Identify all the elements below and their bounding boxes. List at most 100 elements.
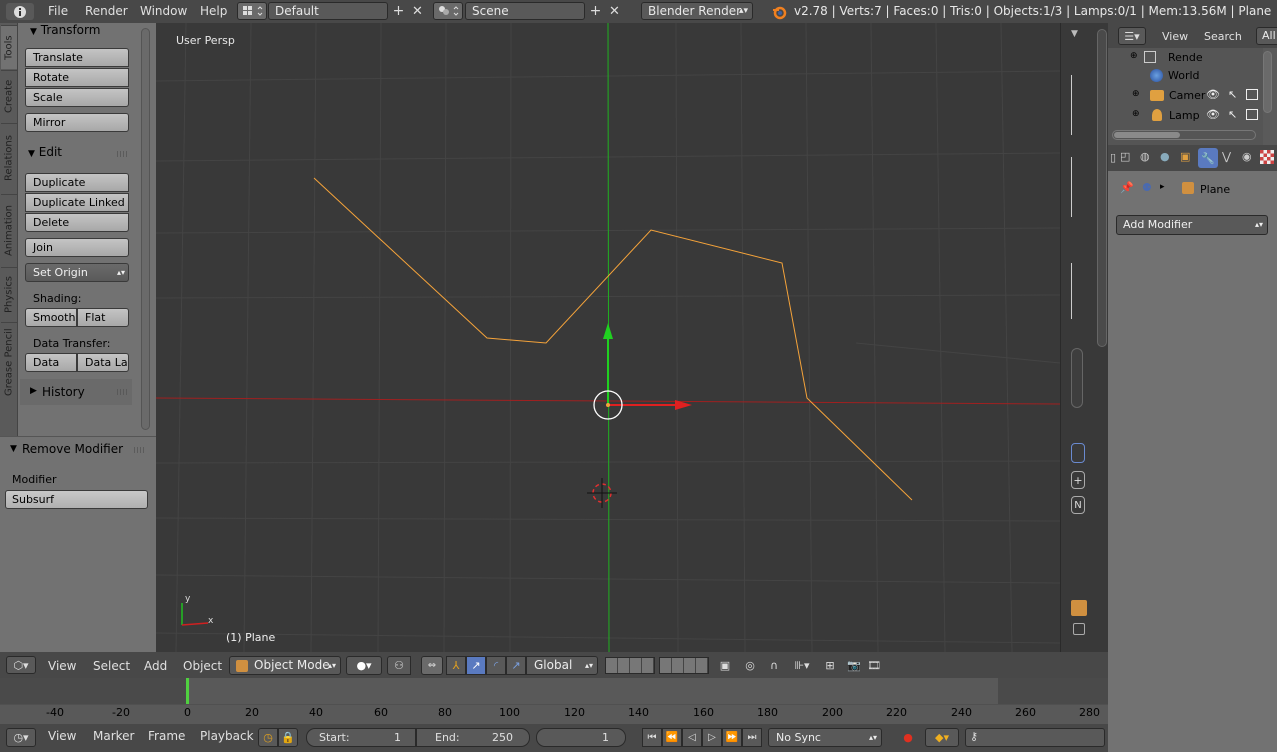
material-tab-icon[interactable]: ◉ xyxy=(1242,150,1252,163)
transform-panel-header[interactable]: ▼ Transform xyxy=(30,23,100,37)
preview-range-icon[interactable]: ◷ xyxy=(258,728,278,747)
current-frame-field[interactable]: 1 xyxy=(536,728,626,747)
snap-icon[interactable]: ∩ xyxy=(764,656,784,675)
scene-tab-icon[interactable]: ◍ xyxy=(1140,150,1150,163)
hierarchy-nodes-icon[interactable] xyxy=(1071,157,1083,217)
expand-icon[interactable]: ⊕ xyxy=(1132,89,1140,99)
pin-icon[interactable]: 📌 xyxy=(1120,181,1134,194)
jump-keyframe-forward-icon[interactable]: ⏩ xyxy=(722,728,742,747)
scene-field[interactable]: Scene xyxy=(465,2,585,20)
remove-layout-icon[interactable]: ✕ xyxy=(409,2,426,20)
editor-type-icon[interactable]: ⬡▾ xyxy=(6,656,36,674)
transform-manipulator-icon[interactable]: ⅄ xyxy=(446,656,466,675)
lock-range-icon[interactable]: 🔒 xyxy=(278,728,298,747)
expand-icon[interactable]: ⊕ xyxy=(1132,109,1140,119)
renderable-camera-icon[interactable] xyxy=(1246,89,1258,100)
panel-grip-icon[interactable] xyxy=(134,447,146,453)
start-frame-field[interactable]: Start: 1 xyxy=(306,728,416,747)
menu-render[interactable]: Render xyxy=(85,4,128,18)
snap-element-icon[interactable]: ⊪▾ xyxy=(786,656,818,675)
outliner-h-scrollbar[interactable] xyxy=(1112,130,1256,140)
world-tab-icon[interactable]: ● xyxy=(1160,150,1170,163)
outliner-filter-dropdown[interactable]: All xyxy=(1256,27,1277,45)
mode-dropdown[interactable]: Object Mode ▴▾ xyxy=(229,656,341,675)
scroll-thumb[interactable] xyxy=(1114,132,1180,138)
add-scene-icon[interactable]: + xyxy=(587,2,604,20)
duplicate-linked-button[interactable]: Duplicate Linked xyxy=(25,193,129,212)
translate-manipulator-icon[interactable]: ↗ xyxy=(466,656,486,675)
translate-button[interactable]: Translate xyxy=(25,48,129,67)
jump-end-icon[interactable]: ⏭ xyxy=(742,728,762,747)
y-manipulator-arrow[interactable] xyxy=(603,323,613,339)
menu-frame[interactable]: Frame xyxy=(148,729,185,743)
add-layout-icon[interactable]: + xyxy=(390,2,407,20)
tab-tools[interactable]: Tools xyxy=(1,25,17,69)
3d-viewport[interactable]: y x User Persp (1) Plane xyxy=(156,23,1060,652)
hierarchy-nodes-icon[interactable] xyxy=(1071,263,1083,319)
menu-file[interactable]: File xyxy=(48,4,68,18)
scale-button[interactable]: Scale xyxy=(25,88,129,107)
end-frame-field[interactable]: End: 250 xyxy=(416,728,530,747)
pen-tool-icon[interactable] xyxy=(1071,443,1085,463)
menu-view[interactable]: View xyxy=(48,659,76,673)
data-tab-icon[interactable]: ⋁ xyxy=(1222,150,1231,163)
hierarchy-nodes-icon[interactable] xyxy=(1071,75,1083,135)
play-reverse-icon[interactable]: ◁ xyxy=(682,728,702,747)
modifiers-tab-icon[interactable]: 🔧 xyxy=(1198,148,1218,168)
renderable-camera-icon[interactable] xyxy=(1246,109,1258,120)
menu-outliner-view[interactable]: View xyxy=(1162,30,1188,43)
menu-add[interactable]: Add xyxy=(144,659,167,673)
outliner-v-scrollbar[interactable] xyxy=(1263,51,1272,113)
keying-set-icon[interactable]: ◆▾ xyxy=(925,728,959,747)
timeline[interactable]: -40 -20 0 20 40 60 80 100 120 140 160 18… xyxy=(0,678,1108,724)
properties-shelf-icon[interactable]: N xyxy=(1071,496,1085,514)
menu-help[interactable]: Help xyxy=(200,4,227,18)
rotate-button[interactable]: Rotate xyxy=(25,68,129,87)
manipulator-toggle-icon[interactable]: ⇔ xyxy=(421,656,443,675)
proportional-edit-icon[interactable]: ◎ xyxy=(740,656,760,675)
active-keying-set-field[interactable]: ⚷ xyxy=(965,728,1105,747)
flat-button[interactable]: Flat xyxy=(77,308,129,327)
jump-keyframe-back-icon[interactable]: ⏪ xyxy=(662,728,682,747)
render-animation-icon[interactable]: 🎞 xyxy=(864,656,884,675)
texture-tab-icon[interactable] xyxy=(1260,150,1274,164)
side-scroll-track[interactable] xyxy=(1071,348,1083,408)
delete-button[interactable]: Delete xyxy=(25,213,129,232)
render-tab-icon[interactable]: ▯ xyxy=(1110,151,1116,164)
outliner-editor-icon[interactable]: ☰▾ xyxy=(1118,27,1146,45)
menu-playback[interactable]: Playback xyxy=(200,729,254,743)
add-modifier-dropdown[interactable]: Add Modifier ▴▾ xyxy=(1116,215,1268,235)
jump-start-icon[interactable]: ⏮ xyxy=(642,728,662,747)
mirror-button[interactable]: Mirror xyxy=(25,113,129,132)
layers-group-1[interactable] xyxy=(605,657,655,674)
play-icon[interactable]: ▷ xyxy=(702,728,722,747)
tab-physics[interactable]: Physics xyxy=(1,267,17,321)
selectable-cursor-icon[interactable]: ↖ xyxy=(1228,88,1237,101)
menu-timeline-view[interactable]: View xyxy=(48,729,76,743)
panel-grip-icon[interactable] xyxy=(117,389,129,395)
pivot-point-icon[interactable]: ⚇ xyxy=(387,656,411,675)
visibility-eye-icon[interactable]: 👁 xyxy=(1206,108,1220,121)
tab-relations[interactable]: Relations xyxy=(1,123,17,193)
transform-orientation-dropdown[interactable]: Global ▴▾ xyxy=(526,656,598,675)
checkbox-icon[interactable] xyxy=(1073,623,1085,635)
tab-create[interactable]: Create xyxy=(1,70,17,122)
layout-selector-icon[interactable] xyxy=(237,2,267,20)
render-layers-tab-icon[interactable]: ◰ xyxy=(1120,150,1130,163)
set-origin-dropdown[interactable]: Set Origin ▴▾ xyxy=(25,263,129,282)
modifier-name-field[interactable]: Subsurf xyxy=(5,490,148,509)
tab-grease-pencil[interactable]: Grease Pencil xyxy=(1,322,17,402)
sync-mode-dropdown[interactable]: No Sync ▴▾ xyxy=(768,728,882,747)
data-button[interactable]: Data xyxy=(25,353,77,372)
collapse-arrow-icon[interactable]: ▼ xyxy=(1071,29,1078,39)
edit-panel-header[interactable]: ▼ Edit xyxy=(28,145,62,159)
snap-target-icon[interactable]: ⊞ xyxy=(820,656,840,675)
add-icon[interactable]: + xyxy=(1071,471,1085,489)
duplicate-button[interactable]: Duplicate xyxy=(25,173,129,192)
menu-object[interactable]: Object xyxy=(183,659,222,673)
render-engine-dropdown[interactable]: Blender Render ▴▾ xyxy=(641,2,753,20)
lock-layers-icon[interactable]: ▣ xyxy=(715,656,735,675)
panel-grip-icon[interactable] xyxy=(117,151,129,157)
rotate-manipulator-icon[interactable]: ◜ xyxy=(486,656,506,675)
tab-animation[interactable]: Animation xyxy=(1,194,17,266)
